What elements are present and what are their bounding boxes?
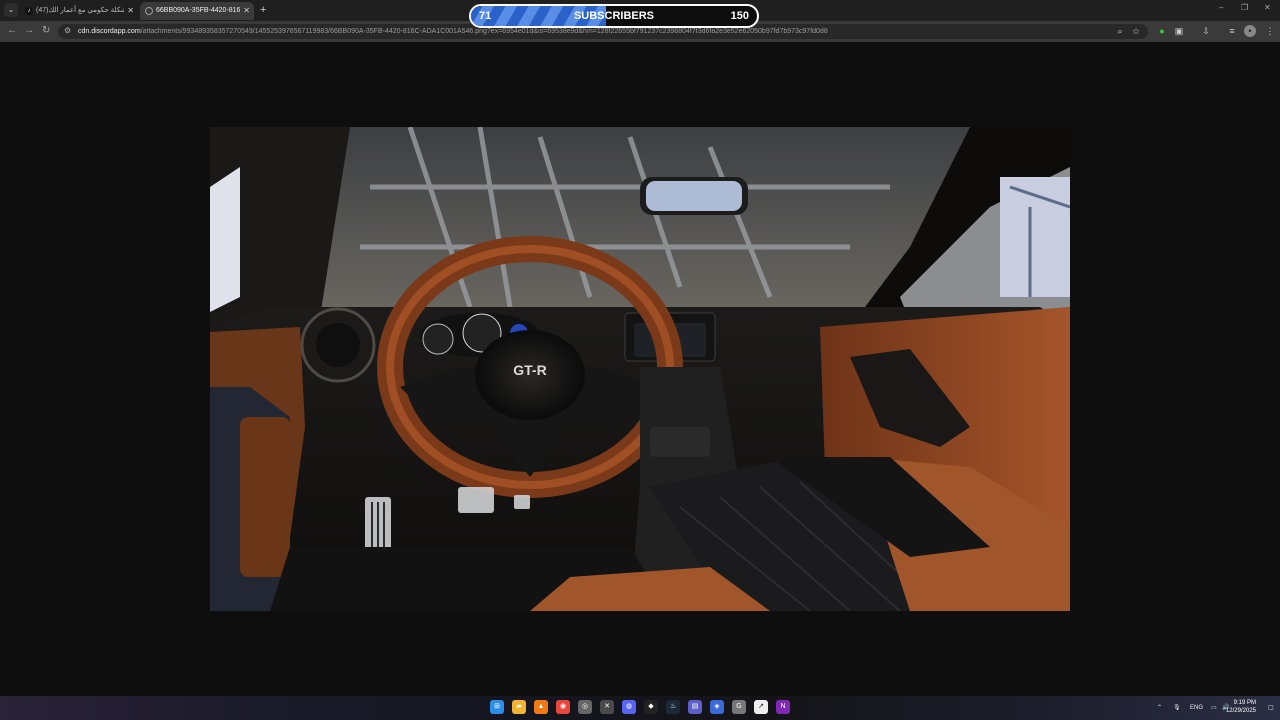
next-app-icon[interactable]: N <box>776 700 790 714</box>
url-path: /attachments/993489358357270549/14552539… <box>140 28 828 35</box>
xbox-icon[interactable]: ✕ <box>600 700 614 714</box>
tab-tiktok[interactable]: ♪ (47)مشكلة حكومي مع أعمار الك... ✕ <box>20 2 138 20</box>
globe-icon <box>145 7 153 15</box>
zoom-icon[interactable]: ⌕ <box>1114 25 1126 37</box>
close-window-button[interactable]: ✕ <box>1264 3 1271 12</box>
media-control-icon[interactable]: ≡ <box>1226 25 1238 37</box>
tiktok-icon: ♪ <box>25 7 33 15</box>
epic-games-icon[interactable]: ◆ <box>644 700 658 714</box>
subscriber-goal-overlay: 71 SUBSCRIBERS 150 <box>469 4 759 28</box>
clock-time: 9:19 PM <box>1233 700 1256 706</box>
tab-title: 66BB090A-35FB-4420-816C-AD... <box>156 7 240 14</box>
show-hidden-icons[interactable]: ⌃ <box>1157 696 1162 720</box>
forward-button[interactable]: → <box>24 24 34 38</box>
windows-taskbar: ⊞ ▰ ▲ ◉ ◎ ✕ ◍ ◆ ♨ ▤ ◈ G ↗ N ⌃ 🎙 ENG ▭ 🔊 9:19 PM 12/29… <box>0 696 1280 720</box>
minimize-button[interactable]: – <box>1219 3 1223 12</box>
windows-start-icon[interactable]: ⊞ <box>490 700 504 714</box>
language-indicator[interactable]: ENG <box>1190 696 1203 720</box>
url-domain: cdn.discordapp.com <box>78 28 141 35</box>
menu-kebab-icon[interactable]: ⋮ <box>1264 25 1276 37</box>
remote-icon[interactable]: ◈ <box>710 700 724 714</box>
tab-title: (47)مشكلة حكومي مع أعمار الك... <box>36 7 124 14</box>
discord-icon[interactable]: ◍ <box>622 700 636 714</box>
chrome-icon[interactable]: ◉ <box>556 700 570 714</box>
profile-avatar[interactable]: • <box>1244 25 1256 37</box>
subscriber-label: SUBSCRIBERS <box>573 10 655 22</box>
notifications-icon[interactable]: ▢ <box>1268 696 1274 720</box>
obs-icon[interactable]: ◎ <box>578 700 592 714</box>
car-interior-image: GT-R <box>210 127 1070 611</box>
bookmark-star-icon[interactable]: ☆ <box>1130 25 1142 37</box>
network-icon[interactable]: ▭ <box>1211 696 1217 720</box>
downloads-icon[interactable]: ⇩ <box>1200 25 1212 37</box>
close-tab-icon[interactable]: ✕ <box>243 2 250 20</box>
gtr-badge: GT-R <box>513 362 546 378</box>
tab-search-button[interactable]: ⌄ <box>4 3 18 17</box>
subscriber-goal: 150 <box>730 10 749 22</box>
site-info-icon[interactable]: ⚙ <box>64 26 71 35</box>
microphone-icon[interactable]: 🎙 <box>1173 696 1181 720</box>
vlc-icon[interactable]: ▲ <box>534 700 548 714</box>
restore-button[interactable]: ❐ <box>1241 3 1248 12</box>
teams-icon[interactable]: ▤ <box>688 700 702 714</box>
extension-green-icon[interactable]: ● <box>1156 25 1168 37</box>
tab-image[interactable]: 66BB090A-35FB-4420-816C-AD... ✕ <box>140 2 254 20</box>
close-tab-icon[interactable]: ✕ <box>127 2 134 20</box>
cortana-icon[interactable]: G <box>732 700 746 714</box>
clock-date: 12/29/2025 <box>1225 708 1256 714</box>
new-tab-button[interactable]: + <box>260 2 266 18</box>
reload-button[interactable]: ↻ <box>42 24 50 38</box>
taskbar-clock[interactable]: 9:19 PM 12/29/2025 <box>1226 699 1256 715</box>
steam-icon[interactable]: ♨ <box>666 700 680 714</box>
back-button[interactable]: ← <box>7 24 17 38</box>
capcut-icon[interactable]: ↗ <box>754 700 768 714</box>
displayed-image: GT-R <box>210 127 1070 611</box>
file-explorer-icon[interactable]: ▰ <box>512 700 526 714</box>
extensions-puzzle-icon[interactable]: ▣ <box>1173 25 1185 37</box>
